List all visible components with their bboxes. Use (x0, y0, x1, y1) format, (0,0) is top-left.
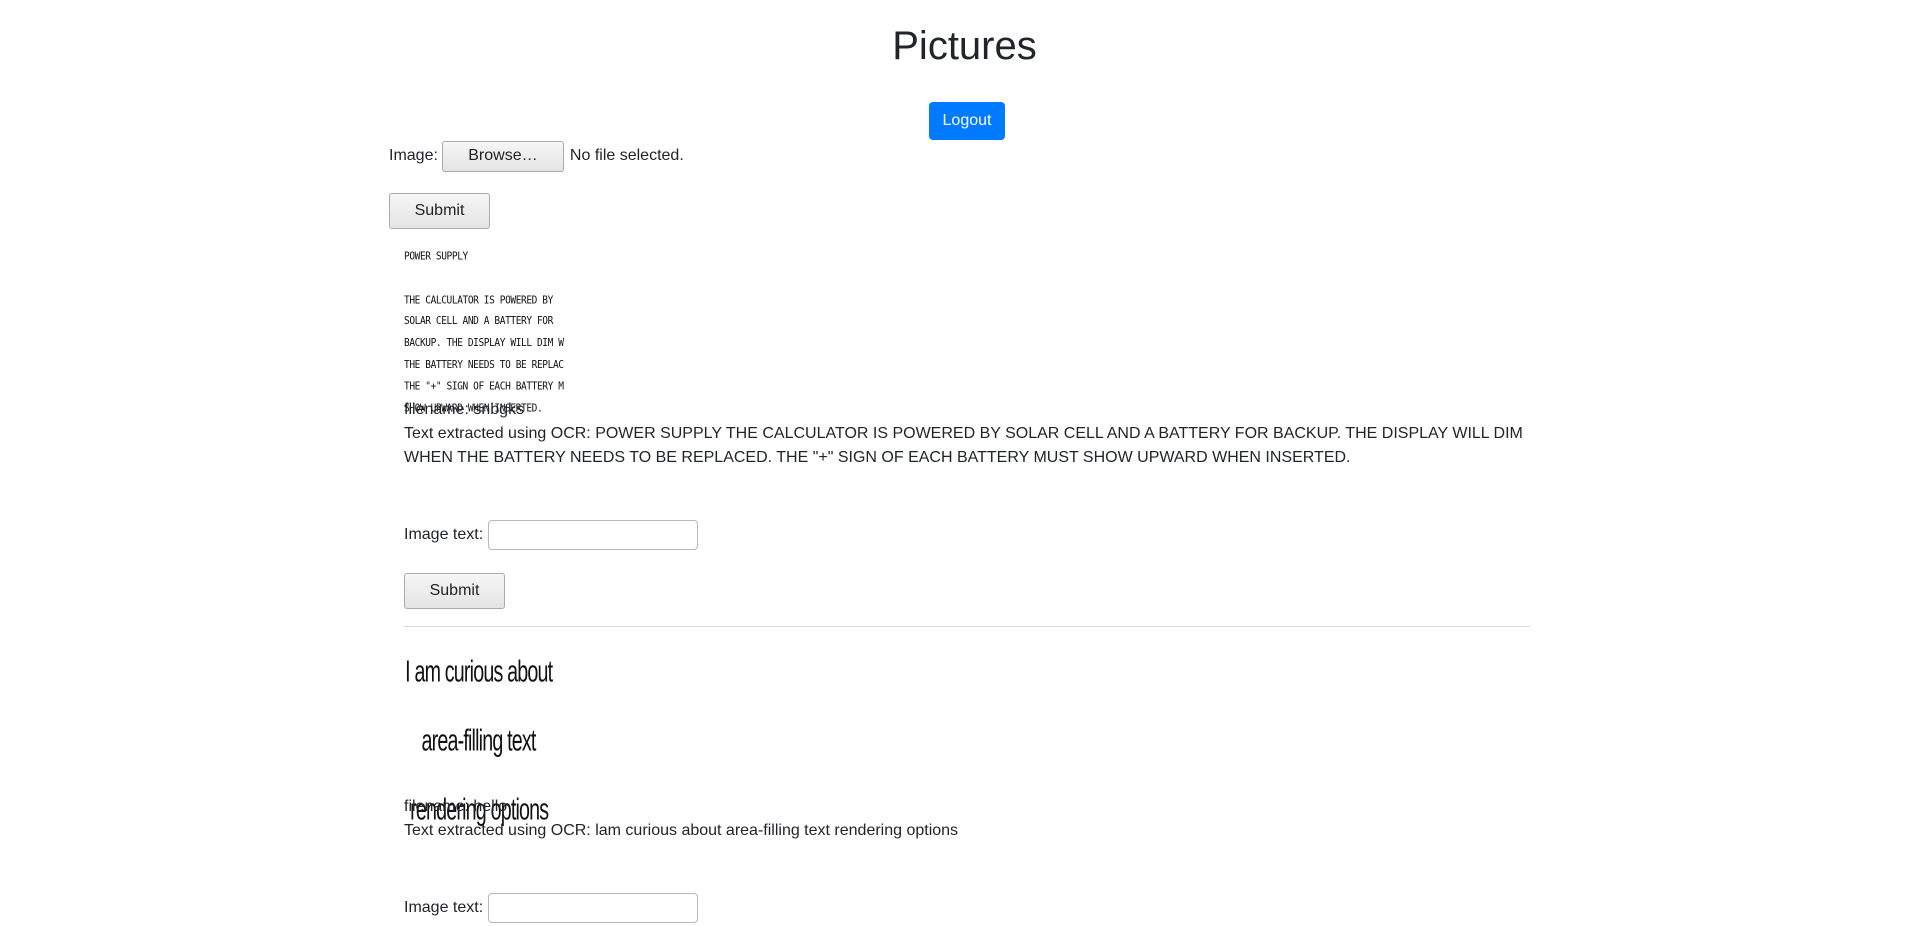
uploaded-image: POWER SUPPLY THE CALCULATOR IS POWERED B… (404, 247, 564, 420)
picture-entry: POWER SUPPLY THE CALCULATOR IS POWERED B… (404, 247, 1530, 414)
upload-submit-button[interactable]: Submit (389, 193, 490, 229)
filename-text: filename: snbgks (404, 401, 525, 418)
file-status: No file selected. (569, 147, 684, 164)
image-text-input[interactable] (488, 893, 699, 923)
image-upload-row: Image: Browse… No file selected. (389, 140, 684, 172)
image-label: Image: (389, 147, 438, 164)
logout-button[interactable]: Logout (929, 102, 1005, 140)
image-text-submit-button[interactable]: Submit (404, 573, 505, 609)
browse-button[interactable]: Browse… (441, 140, 564, 172)
image-line: SOLAR CELL AND A BATTERY FOR (404, 315, 553, 328)
image-text-label: Image text: (404, 899, 484, 916)
ocr-text: Text extracted using OCR: lam curious ab… (404, 822, 959, 839)
image-text-input[interactable] (488, 520, 699, 550)
image-text-label: Image text: (404, 526, 484, 543)
image-line: BACKUP. THE DISPLAY WILL DIM WHEN (404, 336, 564, 350)
image-line: THE CALCULATOR IS POWERED BY (404, 293, 553, 307)
image-line: POWER SUPPLY (404, 250, 468, 264)
entry-divider (404, 626, 1530, 627)
image-line: THE "+" SIGN OF EACH BATTERY MUST (404, 380, 564, 393)
page-title: Pictures (892, 24, 1037, 68)
ocr-text: Text extracted using OCR: POWER SUPPLY T… (404, 425, 1523, 466)
image-line: I am curious about (405, 654, 553, 689)
image-line: THE BATTERY NEEDS TO BE REPLACED. (404, 358, 564, 372)
image-line: area-filling text (421, 723, 537, 759)
image-text-row: Image text: (404, 520, 1530, 550)
image-text-row: Image text: (404, 893, 1530, 923)
filename-text: filename: hello (404, 798, 508, 815)
picture-entry: I am curious about area-filling text ren… (404, 648, 1530, 827)
